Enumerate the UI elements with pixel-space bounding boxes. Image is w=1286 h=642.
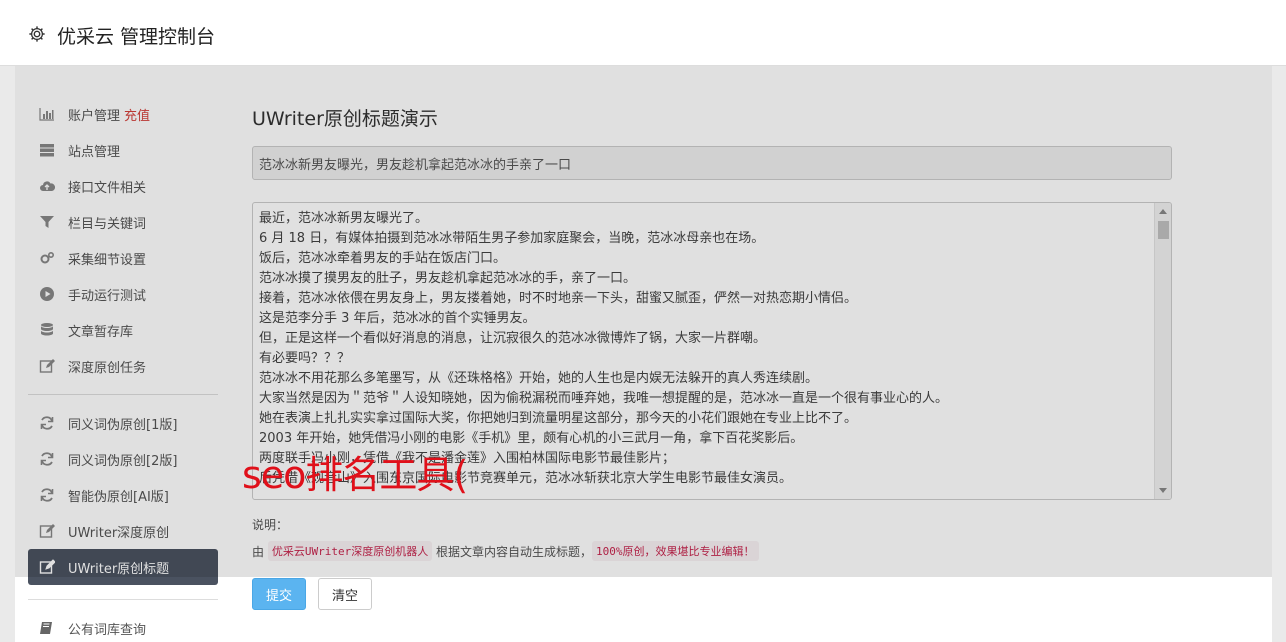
edit-icon bbox=[38, 357, 56, 375]
content-line: 这是范李分手 3 年后，范冰冰的首个实锤男友。 bbox=[259, 311, 536, 326]
sidebar-item-label: 采集细节设置 bbox=[68, 252, 147, 268]
sidebar-item-label: 账户管理 bbox=[68, 108, 121, 124]
sidebar-item-interface[interactable]: 接口文件相关 bbox=[28, 168, 218, 204]
sidebar-item-deep-original-task[interactable]: 深度原创任务 bbox=[28, 348, 218, 384]
page: 优采云 管理控制台 账户管理 充值 站点管理 接口文件相关 栏目与关键词 采集细… bbox=[0, 0, 1286, 642]
sidebar-divider bbox=[28, 394, 218, 395]
refresh-icon bbox=[38, 450, 56, 468]
submit-button[interactable]: 提交 bbox=[252, 578, 306, 610]
sidebar: 账户管理 充值 站点管理 接口文件相关 栏目与关键词 采集细节设置 手动运行测试… bbox=[28, 96, 218, 642]
content-line: 大家当然是因为＂范爷＂人设知晓她，因为偷税漏税而唾弃她，我唯一想提醒的是，范冰冰… bbox=[259, 391, 949, 406]
edit-icon bbox=[38, 522, 56, 540]
sidebar-divider bbox=[28, 599, 218, 600]
database-icon bbox=[38, 321, 56, 339]
sidebar-item-account[interactable]: 账户管理 充值 bbox=[28, 96, 218, 132]
sidebar-item-article-storage[interactable]: 文章暂存库 bbox=[28, 312, 218, 348]
gears-icon bbox=[38, 249, 56, 267]
sidebar-item-label: 手动运行测试 bbox=[68, 288, 147, 304]
watermark-text: seo排名工具( bbox=[242, 453, 468, 497]
sidebar-item-sites[interactable]: 站点管理 bbox=[28, 132, 218, 168]
sidebar-item-label: UWriter原创标题 bbox=[68, 561, 170, 577]
content-line: 她在表演上扎扎实实拿过国际大奖，你把她归到流量明星这部分，那今天的小花们跟她在专… bbox=[259, 411, 858, 426]
sidebar-item-label: 文章暂存库 bbox=[68, 324, 134, 340]
sidebar-item-label: 站点管理 bbox=[68, 144, 121, 160]
scroll-down-icon[interactable] bbox=[1159, 488, 1167, 493]
book-icon bbox=[38, 619, 56, 637]
filter-icon bbox=[38, 213, 56, 231]
scrollbar[interactable] bbox=[1154, 203, 1171, 499]
note-description: 由 优采云UWriter深度原创机器人 根据文章内容自动生成标题， 100%原创，… bbox=[252, 541, 1172, 561]
clear-button[interactable]: 清空 bbox=[318, 578, 372, 610]
recharge-link[interactable]: 充值 bbox=[124, 105, 150, 124]
scroll-up-icon[interactable] bbox=[1159, 209, 1167, 214]
edit-icon bbox=[38, 558, 56, 576]
app-title: 优采云 管理控制台 bbox=[57, 26, 216, 48]
server-icon bbox=[38, 141, 56, 159]
note-label: 说明： bbox=[252, 518, 289, 532]
refresh-icon bbox=[38, 486, 56, 504]
sidebar-item-keywords[interactable]: 栏目与关键词 bbox=[28, 204, 218, 240]
sidebar-item-synonym-v2[interactable]: 同义词伪原创[2版] bbox=[28, 441, 218, 477]
play-circle-icon bbox=[38, 285, 56, 303]
sidebar-item-synonym-v1[interactable]: 同义词伪原创[1版] bbox=[28, 405, 218, 441]
top-bar: 优采云 管理控制台 bbox=[0, 0, 1286, 66]
content-line: 有必要吗？？？ bbox=[259, 351, 351, 366]
gear-icon bbox=[28, 25, 46, 43]
robot-name-code: 优采云UWriter深度原创机器人 bbox=[267, 541, 433, 561]
sidebar-item-label: 深度原创任务 bbox=[68, 360, 147, 376]
sidebar-item-label: 公有词库查询 bbox=[68, 622, 147, 638]
content-line: 6 月 18 日，有媒体拍摄到范冰冰带陌生男子参加家庭聚会，当晚，范冰冰母亲也在… bbox=[259, 231, 765, 246]
sidebar-item-label: 接口文件相关 bbox=[68, 180, 147, 196]
action-bar: 提交 清空 bbox=[252, 578, 372, 610]
refresh-icon bbox=[38, 414, 56, 432]
sidebar-item-uwriter-deep[interactable]: UWriter深度原创 bbox=[28, 513, 218, 549]
sidebar-item-label: UWriter深度原创 bbox=[68, 525, 170, 541]
sidebar-item-label: 同义词伪原创[2版] bbox=[68, 453, 178, 469]
sidebar-item-ai-pseudo[interactable]: 智能伪原创[AI版] bbox=[28, 477, 218, 513]
original-claim-code: 100%原创，效果堪比专业编辑！ bbox=[592, 541, 759, 561]
note-middle: 根据文章内容自动生成标题， bbox=[436, 544, 593, 559]
content-line: 最近，范冰冰新男友曝光了。 bbox=[259, 211, 429, 226]
sidebar-item-label: 智能伪原创[AI版] bbox=[68, 489, 169, 505]
sidebar-item-collect-settings[interactable]: 采集细节设置 bbox=[28, 240, 218, 276]
note-prefix: 由 bbox=[252, 544, 265, 559]
content-line: 范冰冰摸了摸男友的肚子，男友趁机拿起范冰冰的手，亲了一口。 bbox=[259, 271, 637, 286]
sidebar-item-label: 栏目与关键词 bbox=[68, 216, 147, 232]
sidebar-item-manual-run[interactable]: 手动运行测试 bbox=[28, 276, 218, 312]
bar-chart-icon bbox=[38, 105, 56, 123]
title-input[interactable]: 范冰冰新男友曝光，男友趁机拿起范冰冰的手亲了一口 bbox=[252, 146, 1172, 180]
cloud-upload-icon bbox=[38, 177, 56, 195]
content-line: 接着，范冰冰依偎在男友身上，男友搂着她，时不时地亲一下头，甜蜜又腻歪，俨然一对热… bbox=[259, 291, 858, 306]
content-line: 但，正是这样一个看似好消息的消息，让沉寂很久的范冰冰微博炸了锅，大家一片群嘲。 bbox=[259, 331, 767, 346]
sidebar-item-public-lexicon[interactable]: 公有词库查询 bbox=[28, 610, 218, 642]
content-line: 范冰冰不用花那么多笔墨写，从《还珠格格》开始，她的人生也是内娱无法躲开的真人秀连… bbox=[259, 371, 819, 386]
sidebar-item-label: 同义词伪原创[1版] bbox=[68, 417, 178, 433]
scroll-thumb[interactable] bbox=[1158, 221, 1169, 239]
sidebar-item-uwriter-title[interactable]: UWriter原创标题 bbox=[28, 549, 218, 585]
page-title: UWriter原创标题演示 bbox=[252, 108, 438, 130]
content-line: 饭后，范冰冰牵着男友的手站在饭店门口。 bbox=[259, 251, 507, 266]
